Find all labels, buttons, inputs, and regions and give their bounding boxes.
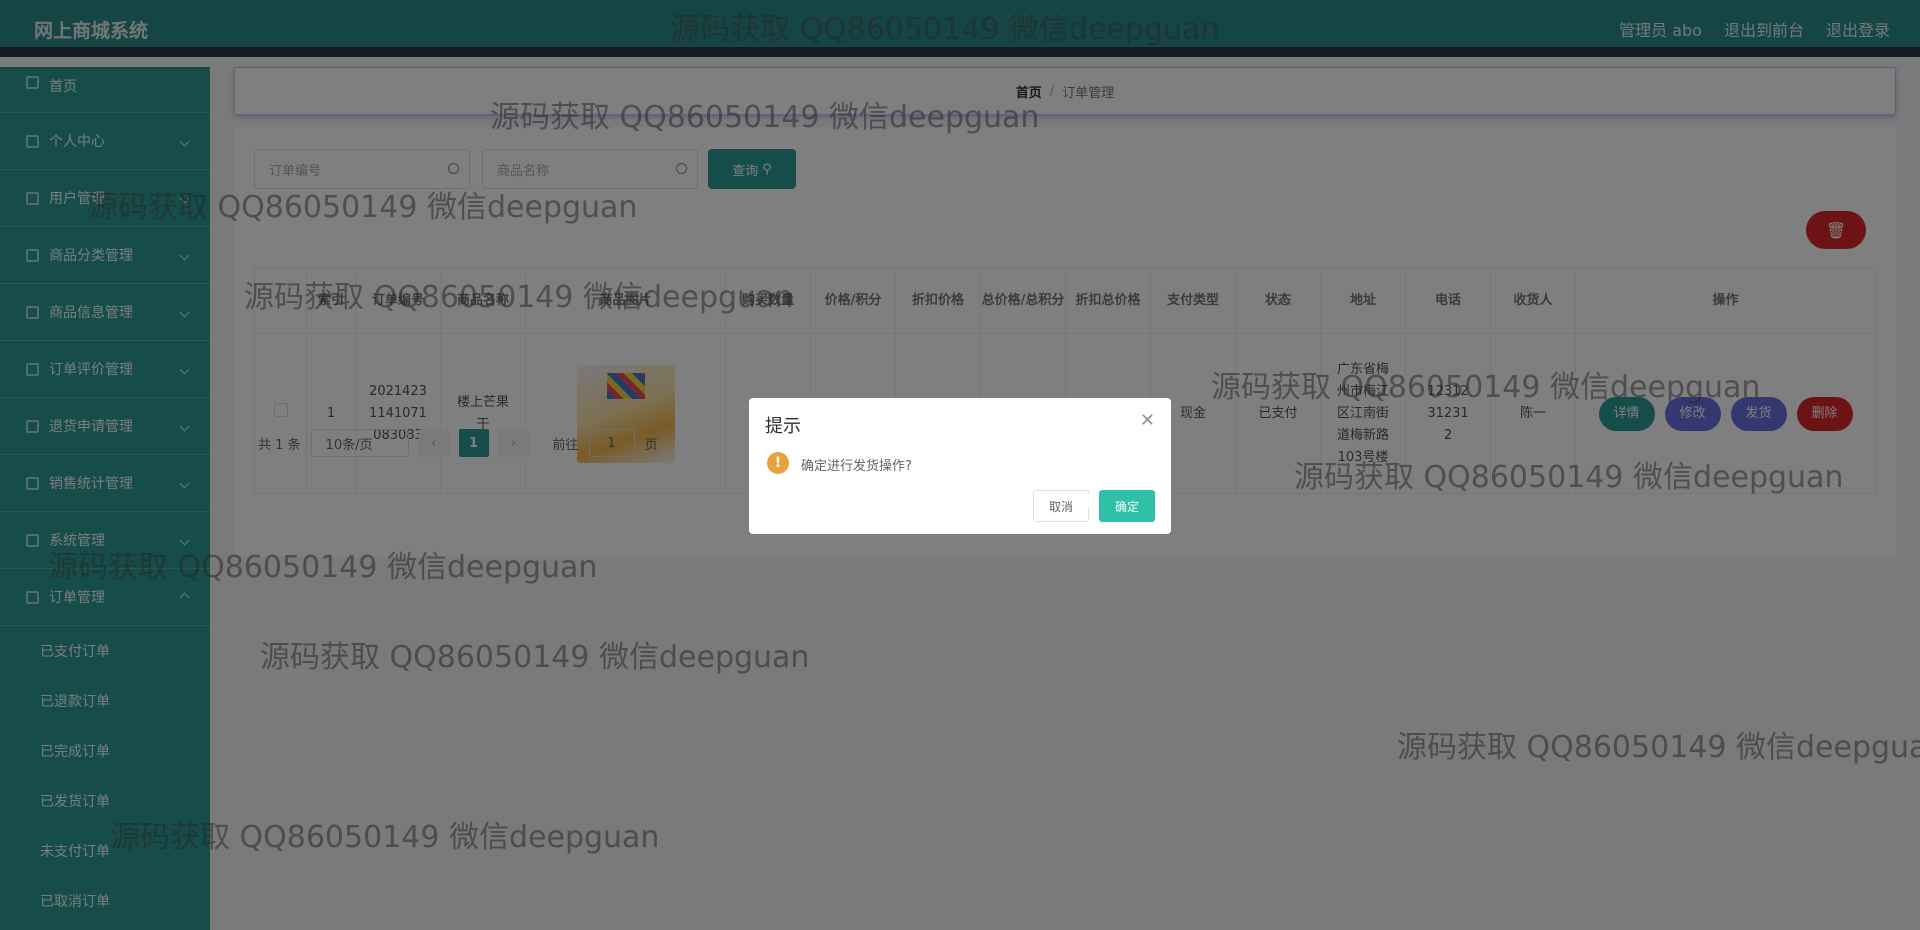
dialog-message: 确定进行发货操作? <box>801 459 912 474</box>
watermark-text: 源码获取 QQ86050149 微信deepguan <box>48 550 598 585</box>
watermark-text: 源码获取 QQ86050149 微信deepguan <box>670 12 1220 47</box>
watermark-text: 源码获取 QQ86050149 微信deepguan <box>88 190 638 225</box>
confirm-button[interactable]: 确定 <box>1099 490 1155 522</box>
watermark-text: 源码获取 QQ86050149 微信deepguan <box>244 280 794 315</box>
watermark-text: 源码获取 QQ86050149 微信deepguan <box>1211 370 1761 405</box>
watermark-text: 源码获取 QQ86050149 微信deepguan <box>1397 730 1920 765</box>
watermark-text: 源码获取 QQ86050149 微信deepguan <box>490 100 1040 135</box>
watermark-text: 源码获取 QQ86050149 微信deepguan <box>110 820 660 855</box>
close-icon[interactable]: ✕ <box>1140 410 1155 431</box>
watermark-text: 源码获取 QQ86050149 微信deepguan <box>260 640 810 675</box>
confirm-dialog: 提示 ✕ ! 确定进行发货操作? 取消 确定 <box>749 398 1171 534</box>
dialog-title: 提示 <box>765 416 801 437</box>
warning-icon: ! <box>767 452 789 474</box>
watermark-text: 源码获取 QQ86050149 微信deepguan <box>1294 460 1844 495</box>
